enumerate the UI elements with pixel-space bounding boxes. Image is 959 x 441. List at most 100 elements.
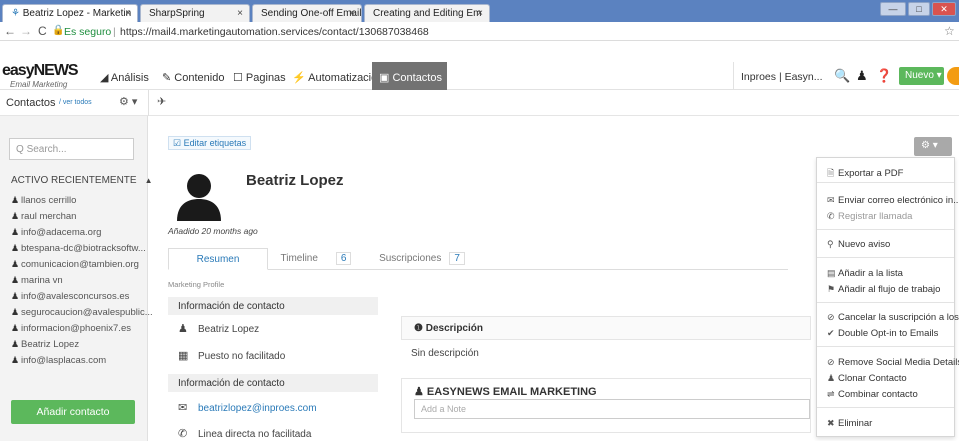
list-item[interactable]: ♟ info@adacema.org (11, 227, 101, 238)
minimize-button[interactable]: — (880, 2, 906, 16)
user-icon: ♟ (11, 195, 20, 205)
actions-dropdown-button[interactable]: ⚙ ▾ (914, 137, 952, 156)
added-date: Añadido 20 months ago (168, 226, 258, 236)
contact-card-icon: ▣ (379, 72, 393, 84)
close-window-button[interactable]: ✕ (932, 2, 956, 16)
list-icon: ▤ (827, 268, 836, 278)
search-input[interactable]: Q Search... (9, 138, 134, 160)
browser-tab[interactable]: Sending One-off Emails × (252, 4, 362, 22)
list-item[interactable]: ♟ Beatriz Lopez (11, 339, 79, 350)
forward-icon[interactable]: → (20, 24, 32, 38)
nav-paginas[interactable]: ☐ Paginas (233, 71, 286, 84)
menu-clone[interactable]: ♟ Clonar Contacto (827, 373, 907, 384)
add-note-input[interactable]: Add a Note (414, 399, 810, 419)
actions-menu: 🗎 Exportar a PDF ✉ Enviar correo electróni… (816, 157, 959, 437)
list-item[interactable]: ♟ info@lasplacas.com (11, 355, 106, 366)
list-item[interactable]: ♟ llanos cerrillo (11, 195, 76, 206)
user-icon[interactable]: ♟ (856, 68, 868, 84)
logo-text: easyNEWS (2, 62, 79, 79)
list-item[interactable]: ♟ marina vn (11, 275, 63, 286)
chevron-up-icon[interactable]: ▲ (145, 176, 153, 185)
menu-send-email[interactable]: ✉ Enviar correo electrónico in... (827, 195, 959, 206)
browser-tab[interactable]: ⚘ Beatriz Lopez - Marketin × (2, 4, 138, 22)
list-item[interactable]: ♟ segurocaucion@avalespublic... (11, 307, 153, 318)
nav-analisis[interactable]: ◢ Análisis (100, 71, 149, 84)
menu-delete[interactable]: ✖ Eliminar (827, 418, 872, 429)
avatar (171, 167, 227, 223)
list-item[interactable]: ♟ comunicacion@tambien.org (11, 259, 139, 270)
browser-tab[interactable]: Creating and Editing Em × (364, 4, 490, 22)
tab-resumen[interactable]: Resumen (168, 248, 268, 270)
menu-add-workflow[interactable]: ⚑ Añadir al flujo de trabajo (827, 284, 940, 295)
nav-automatizacion[interactable]: ⚡ Automatización (292, 71, 383, 84)
page-icon: ☐ (233, 72, 246, 84)
view-all-link[interactable]: / ver todos (59, 99, 92, 106)
menu-new-notice[interactable]: ⚲ Nuevo aviso (827, 239, 890, 250)
contact-info-header: Información de contacto (168, 374, 378, 392)
url-input[interactable]: https://mail4.marketingautomation.servic… (120, 26, 429, 38)
notification-badge[interactable] (947, 67, 959, 85)
briefcase-icon: ▦ (178, 350, 189, 362)
menu-log-call[interactable]: ✆ Registrar llamada (827, 211, 912, 222)
menu-unsubscribe[interactable]: ⊘ Cancelar la suscripción a los... (827, 312, 959, 323)
list-item[interactable]: ♟ informacion@phoenix7.es (11, 323, 131, 334)
close-icon[interactable]: × (125, 8, 131, 19)
profile-label: Marketing Profile (168, 280, 225, 289)
account-menu[interactable]: Inproes | Easyn... (741, 71, 823, 83)
pin-icon: ⚲ (827, 239, 834, 249)
envelope-icon: ✉ (178, 402, 188, 414)
tab-timeline[interactable]: Timeline 6 (270, 248, 362, 270)
new-button[interactable]: Nuevo ▾ (899, 67, 944, 85)
user-icon: ♟ (11, 291, 20, 301)
browser-tab[interactable]: SharpSpring × (140, 4, 250, 22)
position-row: ▦ Puesto no facilitado (178, 350, 286, 362)
phone-row: ✆ Linea directa no facilitada (178, 428, 312, 440)
edit-tags-button[interactable]: ☑ Editar etiquetas (168, 136, 252, 150)
user-icon: ♟ (11, 275, 20, 285)
star-icon[interactable]: ☆ (944, 24, 955, 38)
close-icon[interactable]: × (349, 8, 355, 19)
pencil-icon: ✎ (162, 72, 175, 84)
logo[interactable]: easyNEWS Email Marketing (2, 62, 79, 92)
merge-icon: ⇌ (827, 389, 835, 399)
app-nav: easyNEWS Email Marketing ◢ Análisis ✎ Co… (0, 62, 959, 90)
file-icon: 🗎 (827, 168, 835, 178)
list-item[interactable]: ♟ raul merchan (11, 211, 76, 222)
menu-remove-social[interactable]: ⊘ Remove Social Media Details (827, 357, 959, 368)
envelope-icon: ✉ (827, 195, 835, 205)
flag-icon: ⚑ (827, 284, 836, 294)
favicon-icon: ⚘ (11, 8, 23, 19)
close-icon: ✖ (827, 418, 835, 428)
sub-nav: Contactos / ver todos ⚙ ▾ ✈ (0, 90, 959, 116)
email-row[interactable]: ✉ beatrizlopez@inproes.com (178, 401, 317, 414)
edit-icon: ☑ (173, 138, 184, 148)
gear-icon: ⚙ (921, 140, 930, 151)
search-icon: Q (16, 144, 27, 155)
back-icon[interactable]: ← (4, 24, 16, 38)
reload-icon[interactable]: C (38, 24, 47, 38)
close-icon[interactable]: × (237, 8, 243, 19)
list-item[interactable]: ♟ info@avalesconcursos.es (11, 291, 129, 302)
menu-add-list[interactable]: ▤ Añadir a la lista (827, 268, 903, 279)
settings-dropdown[interactable]: ⚙ ▾ (119, 95, 137, 108)
subnav-title: Contactos (6, 97, 56, 109)
tab-suscripciones[interactable]: Suscripciones 7 (370, 248, 474, 270)
list-item[interactable]: ♟ btespana-dc@biotracksoftw... (11, 243, 146, 254)
nav-contenido[interactable]: ✎ Contenido (162, 71, 224, 84)
description-text: Sin descripción (411, 348, 479, 359)
close-icon[interactable]: × (477, 8, 483, 19)
contact-name-row: ♟ Beatriz Lopez (178, 323, 260, 335)
add-contact-button[interactable]: Añadir contacto (11, 400, 135, 424)
menu-double-optin[interactable]: ✔ Double Opt-in to Emails (827, 328, 938, 339)
chart-icon: ◢ (100, 72, 111, 84)
search-icon[interactable]: 🔍 (834, 68, 850, 84)
user-icon: ♟ (11, 243, 20, 253)
pin-icon[interactable]: ✈ (157, 95, 166, 108)
maximize-button[interactable]: □ (908, 2, 930, 16)
menu-export-pdf[interactable]: 🗎 Exportar a PDF (827, 166, 903, 182)
menu-merge[interactable]: ⇌ Combinar contacto (827, 389, 918, 400)
recent-section-title: ACTIVO RECIENTEMENTE ▲ (11, 175, 153, 186)
ban-icon: ⊘ (827, 312, 835, 322)
help-icon[interactable]: ❓ (876, 68, 892, 84)
nav-contactos[interactable]: ▣ Contactos (372, 62, 447, 90)
